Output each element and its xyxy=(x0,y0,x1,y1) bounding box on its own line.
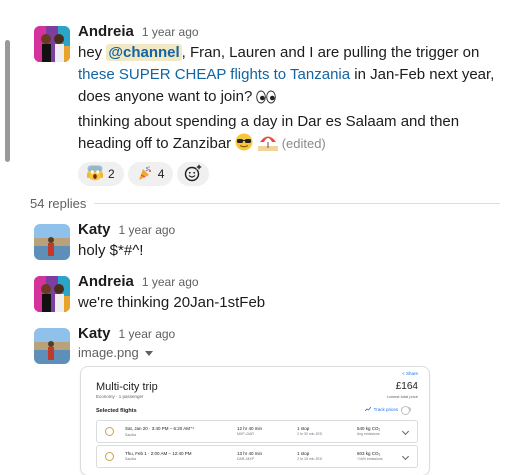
reactions-bar: 2 4 xyxy=(78,162,504,186)
message-text: holy $*#^! xyxy=(78,242,144,259)
scream-emoji-icon xyxy=(87,165,103,184)
airline-logo-icon xyxy=(105,452,114,461)
party-emoji-icon xyxy=(137,165,153,184)
flights-link[interactable]: these SUPER CHEAP flights to Tanzania xyxy=(78,66,350,83)
text-segment: hey xyxy=(78,44,107,61)
edited-label: (edited) xyxy=(281,136,326,151)
stops: 1 stop xyxy=(297,451,310,456)
scrollbar[interactable] xyxy=(5,40,10,162)
text-segment: , Fran, Lauren and I are pulling the tri… xyxy=(181,44,480,61)
duration: 13 hr 40 min xyxy=(237,451,263,456)
reaction-count: 4 xyxy=(157,167,165,181)
image-preview[interactable]: < Share Multi-city trip Economy · 1 pass… xyxy=(80,366,430,475)
route: MXP–DAR xyxy=(237,432,254,436)
timestamp[interactable]: 1 year ago xyxy=(119,220,176,240)
message-text: we're thinking 20Jan-1stFeb xyxy=(78,294,266,311)
beach-umbrella-emoji-icon xyxy=(257,133,278,158)
flight-date: Sat, Jan 20 · 3:40 PM – 6:20 AM⁺¹ Saudia xyxy=(125,426,194,437)
flight-row: Sat, Jan 20 · 3:40 PM – 6:20 AM⁺¹ Saudia … xyxy=(96,420,418,443)
airline-logo-icon xyxy=(105,427,114,436)
author-name[interactable]: Andreia xyxy=(78,272,134,292)
flight-duration: 12 hr 40 min MXP–DAR xyxy=(237,426,262,436)
flight-emissions: 603 kg CO₂ +16% emissions xyxy=(357,451,383,461)
avatar-katy[interactable] xyxy=(34,328,70,364)
caret-down-icon[interactable] xyxy=(144,350,153,356)
divider-line xyxy=(94,203,500,204)
stops: 1 stop xyxy=(297,426,310,431)
channel-mention[interactable]: @channel xyxy=(106,44,182,61)
trip-title: Multi-city trip xyxy=(96,381,158,393)
author-name[interactable]: Andreia xyxy=(78,22,134,42)
flight-date: Thu, Feb 1 · 2:00 AM – 12:40 PM Saudia xyxy=(125,451,192,461)
add-reaction-button[interactable] xyxy=(177,162,210,186)
layover: 2 hr 30 min JED xyxy=(297,432,323,436)
avatar-katy[interactable] xyxy=(34,224,70,260)
layover: 2 hr 15 min JED xyxy=(297,457,323,461)
avatar-andreia[interactable] xyxy=(34,276,70,312)
timestamp[interactable]: 1 year ago xyxy=(142,22,199,42)
avatar-andreia[interactable] xyxy=(34,26,70,62)
track-prices: Track prices xyxy=(364,406,411,415)
timestamp[interactable]: 1 year ago xyxy=(142,272,199,292)
co2: 540 kg CO₂ xyxy=(357,426,381,431)
track-toggle xyxy=(401,406,411,415)
replies-count: 54 replies xyxy=(30,196,87,211)
trip-subtitle: Economy · 1 passenger xyxy=(96,394,144,399)
emissions-note: +16% emissions xyxy=(357,457,383,461)
file-name[interactable]: image.png xyxy=(78,344,139,362)
replies-divider: 54 replies xyxy=(30,196,500,211)
duration: 12 hr 40 min xyxy=(237,426,263,431)
chevron-down-icon xyxy=(401,452,410,461)
selected-flights-heading: Selected flights xyxy=(96,408,137,414)
flight-stops: 1 stop 2 hr 30 min JED xyxy=(297,426,322,436)
flight-times: Sat, Jan 20 · 3:40 PM – 6:20 AM⁺¹ xyxy=(125,426,194,431)
chevron-down-icon xyxy=(401,427,410,436)
eyes-emoji-icon xyxy=(256,89,277,111)
flight-duration: 13 hr 40 min DAR–MXP xyxy=(237,451,262,461)
reaction-party[interactable]: 4 xyxy=(127,162,174,186)
emissions-note: Avg emissions xyxy=(357,432,380,436)
trend-icon xyxy=(364,406,371,412)
sunglasses-emoji-icon xyxy=(235,133,253,158)
co2: 603 kg CO₂ xyxy=(357,451,381,456)
flight-row: Thu, Feb 1 · 2:00 AM – 12:40 PM Saudia 13… xyxy=(96,445,418,468)
flight-stops: 1 stop 2 hr 15 min JED xyxy=(297,451,322,461)
flight-emissions: 540 kg CO₂ Avg emissions xyxy=(357,426,380,436)
airline-name: Saudia xyxy=(125,433,136,437)
share-link: < Share xyxy=(402,371,418,376)
reaction-scream[interactable]: 2 xyxy=(78,162,124,186)
file-attachment-header[interactable]: image.png xyxy=(78,344,504,362)
airline-name: Saudia xyxy=(125,457,136,461)
message-text: hey @channel, Fran, Lauren and I are pul… xyxy=(78,42,504,158)
author-name[interactable]: Katy xyxy=(78,324,111,344)
flight-times: Thu, Feb 1 · 2:00 AM – 12:40 PM xyxy=(125,451,192,456)
route: DAR–MXP xyxy=(237,457,254,461)
trip-price: £164 xyxy=(395,381,418,392)
price-caption: Lowest total price xyxy=(386,394,418,399)
add-emoji-icon xyxy=(184,164,202,185)
track-prices-label: Track prices xyxy=(373,407,398,412)
timestamp[interactable]: 1 year ago xyxy=(119,324,176,344)
author-name[interactable]: Katy xyxy=(78,220,111,240)
reaction-count: 2 xyxy=(108,167,115,181)
